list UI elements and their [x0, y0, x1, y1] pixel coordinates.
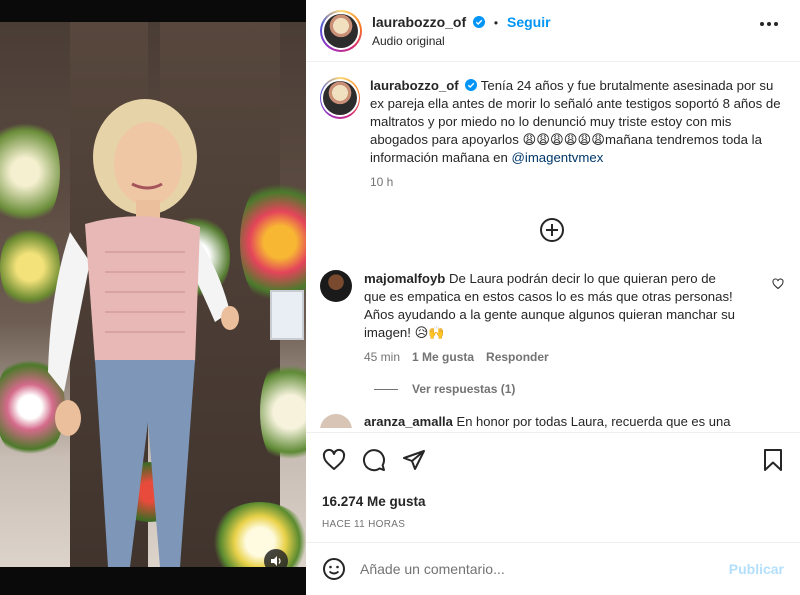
- more-options-icon[interactable]: [760, 22, 778, 26]
- comments-scroll-area[interactable]: laurabozzo_of Tenía 24 años y fue brutal…: [306, 63, 800, 431]
- author-avatar[interactable]: [320, 9, 362, 52]
- comment-like-heart-icon[interactable]: [772, 278, 784, 290]
- reply-button[interactable]: Responder: [486, 350, 549, 364]
- share-icon[interactable]: [402, 448, 426, 472]
- comment-likes[interactable]: 1 Me gusta: [412, 350, 474, 364]
- view-replies-button[interactable]: Ver respuestas (1): [374, 382, 784, 396]
- caption-time[interactable]: 10 h: [370, 175, 784, 189]
- commenter-username[interactable]: majomalfoyb: [364, 271, 445, 286]
- verified-badge-icon: [473, 15, 486, 28]
- publish-button[interactable]: Publicar: [729, 561, 784, 577]
- author-username[interactable]: laurabozzo_of: [372, 14, 466, 30]
- commenter-avatar[interactable]: [320, 414, 352, 428]
- comment-emojis: 😥🙌: [414, 325, 445, 340]
- comment-item: majomalfoyb De Laura podrán decir lo que…: [320, 270, 784, 364]
- comment-composer: Publicar: [306, 542, 800, 595]
- post-timestamp[interactable]: HACE 11 HORAS: [322, 519, 784, 530]
- caption-author[interactable]: laurabozzo_of: [370, 78, 459, 93]
- replies-line: [374, 388, 398, 390]
- post-panel: laurabozzo_of • Seguir Audio original la…: [306, 0, 800, 595]
- load-more-comments-button[interactable]: [540, 218, 564, 242]
- follow-button[interactable]: Seguir: [507, 14, 551, 30]
- bookmark-icon[interactable]: [762, 448, 784, 472]
- likes-count[interactable]: 16.274 Me gusta: [322, 494, 784, 509]
- person-figure: [48, 99, 239, 567]
- media-pane: [0, 0, 306, 595]
- caption-text: laurabozzo_of Tenía 24 años y fue brutal…: [370, 77, 784, 167]
- speaker-icon: [271, 556, 281, 566]
- view-replies-label: Ver respuestas (1): [412, 382, 516, 396]
- post-video[interactable]: [0, 22, 306, 567]
- caption-avatar[interactable]: [320, 77, 360, 119]
- post-header: laurabozzo_of • Seguir Audio original: [306, 0, 800, 62]
- verified-badge-icon: [465, 79, 478, 91]
- commenter-avatar[interactable]: [320, 270, 352, 302]
- partial-comment: aranza_amalla En honor por todas Laura, …: [320, 414, 784, 428]
- comment-time[interactable]: 45 min: [364, 350, 400, 364]
- caption: laurabozzo_of Tenía 24 años y fue brutal…: [320, 77, 784, 189]
- emoji-icon[interactable]: [322, 557, 346, 581]
- post-actions: 16.274 Me gusta HACE 11 HORAS: [306, 432, 800, 542]
- photo-frame: [270, 290, 304, 340]
- comment-input[interactable]: [360, 561, 715, 577]
- comment-text: En honor por todas Laura, recuerda que e…: [456, 414, 731, 428]
- mention-link[interactable]: @imagentvmex: [512, 150, 604, 165]
- audio-toggle-button[interactable]: [264, 549, 288, 567]
- audio-label[interactable]: Audio original: [372, 34, 551, 48]
- separator-dot: •: [493, 15, 499, 30]
- caption-emojis: 😩😩😩😩😩😩: [522, 132, 606, 147]
- comment-icon[interactable]: [362, 448, 386, 472]
- heart-icon[interactable]: [322, 448, 346, 472]
- commenter-username[interactable]: aranza_amalla: [364, 414, 453, 428]
